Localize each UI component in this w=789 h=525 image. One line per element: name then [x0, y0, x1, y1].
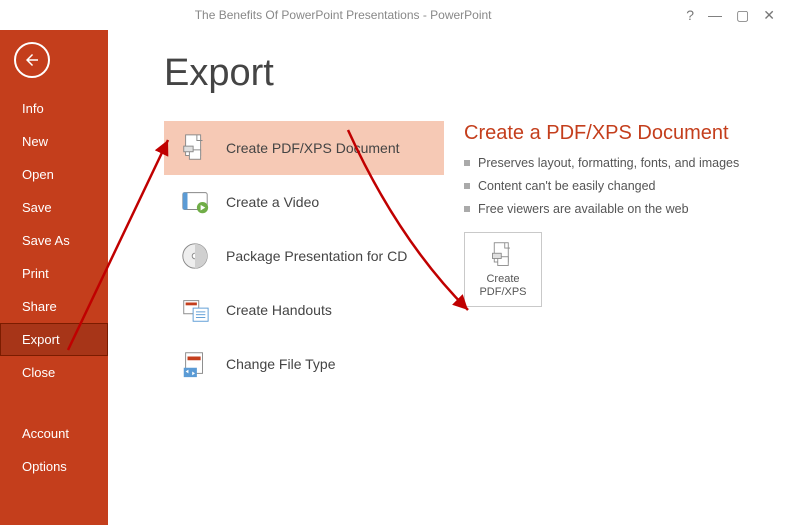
sidebar-item-new[interactable]: New [0, 125, 108, 158]
sidebar-item-label: Close [22, 365, 55, 380]
option-create-pdf-xps[interactable]: Create PDF/XPS Document [164, 121, 444, 175]
title-bar: The Benefits Of PowerPoint Presentations… [0, 0, 789, 30]
sidebar-item-label: Share [22, 299, 57, 314]
detail-bullet: Content can't be easily changed [464, 178, 754, 195]
page-title: Export [164, 52, 789, 95]
sidebar-item-share[interactable]: Share [0, 290, 108, 323]
window-title: The Benefits Of PowerPoint Presentations… [0, 8, 686, 22]
sidebar-item-open[interactable]: Open [0, 158, 108, 191]
cd-icon [178, 239, 212, 273]
option-label: Create PDF/XPS Document [226, 140, 400, 156]
option-create-handouts[interactable]: Create Handouts [164, 283, 444, 337]
create-pdf-xps-button[interactable]: Create PDF/XPS [464, 232, 542, 308]
option-label: Package Presentation for CD [226, 248, 407, 264]
sidebar-item-label: Info [22, 101, 44, 116]
sidebar-item-label: Export [22, 332, 60, 347]
button-label-line2: PDF/XPS [469, 286, 537, 300]
pdf-document-icon [178, 131, 212, 165]
help-icon[interactable]: ? [686, 7, 694, 24]
sidebar-item-label: New [22, 134, 48, 149]
detail-bullets: Preserves layout, formatting, fonts, and… [464, 155, 754, 218]
backstage-sidebar: Info New Open Save Save As Print Share E… [0, 30, 108, 525]
sidebar-item-label: Open [22, 167, 54, 182]
export-detail-pane: Create a PDF/XPS Document Preserves layo… [464, 121, 754, 307]
close-icon[interactable]: ✕ [763, 7, 775, 24]
sidebar-item-label: Options [22, 459, 67, 474]
detail-bullet: Preserves layout, formatting, fonts, and… [464, 155, 754, 172]
export-options-list: Create PDF/XPS Document Create a Video P… [164, 121, 444, 391]
sidebar-item-label: Print [22, 266, 49, 281]
maximize-icon[interactable]: ▢ [736, 7, 749, 24]
detail-bullet: Free viewers are available on the web [464, 201, 754, 218]
sidebar-item-account[interactable]: Account [0, 417, 108, 450]
option-label: Change File Type [226, 356, 335, 372]
sidebar-item-print[interactable]: Print [0, 257, 108, 290]
sidebar-item-saveas[interactable]: Save As [0, 224, 108, 257]
sidebar-item-close[interactable]: Close [0, 356, 108, 389]
sidebar-item-info[interactable]: Info [0, 92, 108, 125]
minimize-icon[interactable]: — [708, 7, 722, 24]
pdf-document-icon [469, 241, 537, 269]
sidebar-item-save[interactable]: Save [0, 191, 108, 224]
handouts-icon [178, 293, 212, 327]
sidebar-item-options[interactable]: Options [0, 450, 108, 483]
option-package-cd[interactable]: Package Presentation for CD [164, 229, 444, 283]
sidebar-item-label: Save As [22, 233, 70, 248]
video-icon [178, 185, 212, 219]
sidebar-item-label: Save [22, 200, 52, 215]
export-pane: Export Create PDF/XPS Document Create a … [108, 30, 789, 525]
window-controls: ? — ▢ ✕ [686, 7, 789, 24]
detail-title: Create a PDF/XPS Document [464, 121, 754, 145]
back-button[interactable] [14, 42, 50, 78]
option-label: Create a Video [226, 194, 319, 210]
button-label-line1: Create [469, 273, 537, 287]
option-create-video[interactable]: Create a Video [164, 175, 444, 229]
sidebar-item-export[interactable]: Export [0, 323, 108, 356]
option-change-file-type[interactable]: Change File Type [164, 337, 444, 391]
change-file-type-icon [178, 347, 212, 381]
option-label: Create Handouts [226, 302, 332, 318]
sidebar-item-label: Account [22, 426, 69, 441]
